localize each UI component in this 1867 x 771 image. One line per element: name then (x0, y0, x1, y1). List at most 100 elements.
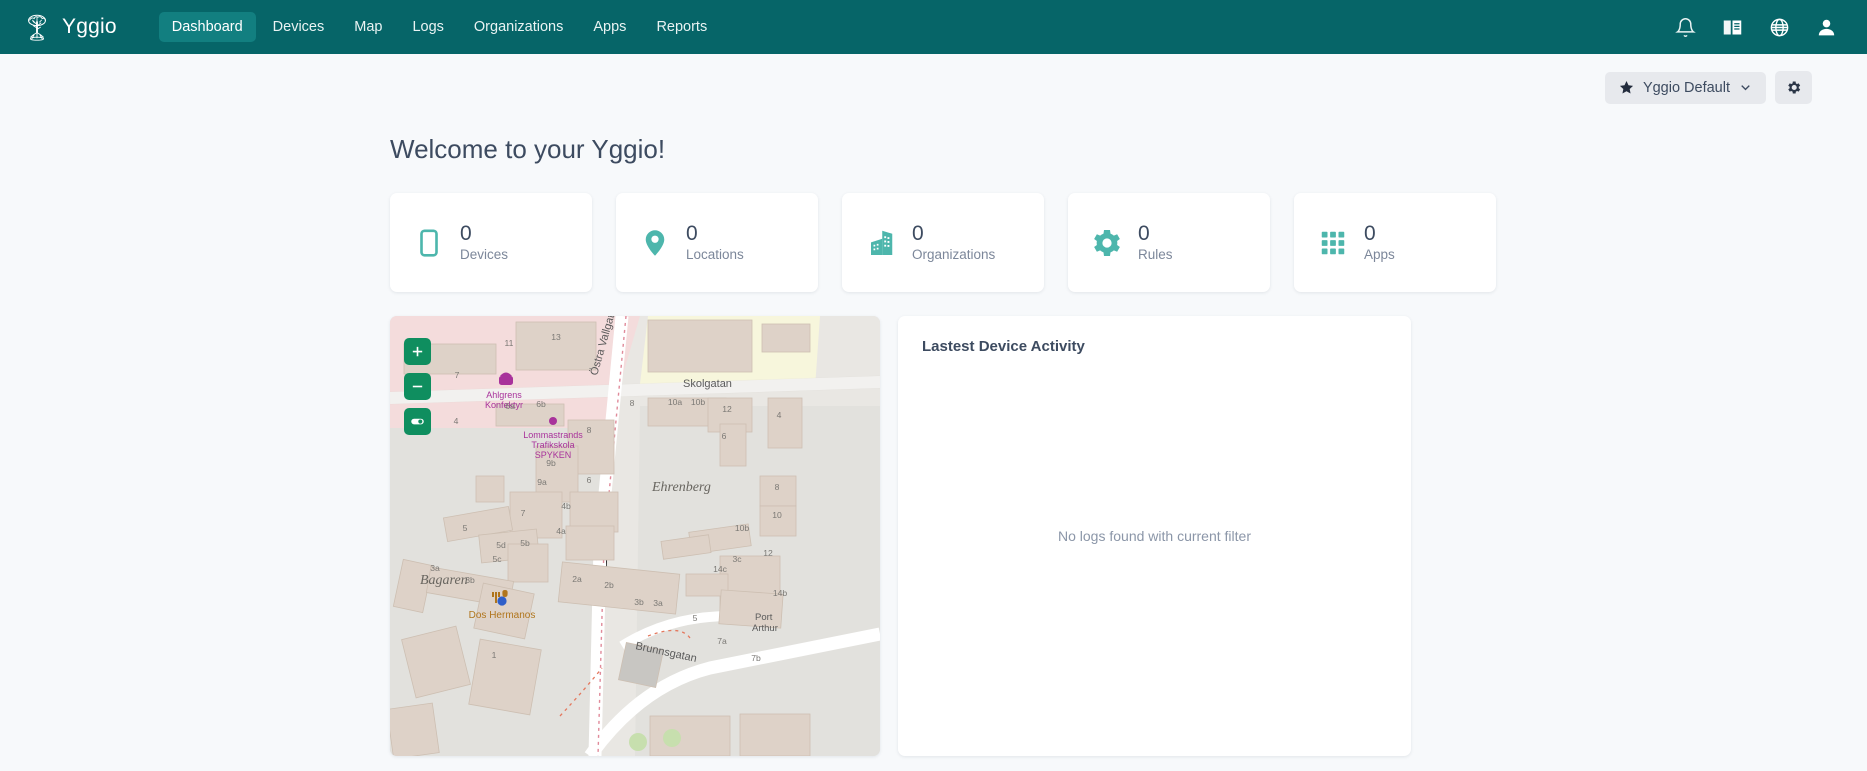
svg-text:7: 7 (455, 370, 460, 380)
stat-label: Apps (1364, 247, 1395, 263)
top-navigation-bar: Yggio Dashboard Devices Map Logs Organiz… (0, 0, 1867, 54)
main-content: Welcome to your Yggio! 0 Devices 0 Locat… (0, 134, 1867, 756)
svg-text:Trafikskola: Trafikskola (531, 440, 574, 450)
activity-panel-title: Lastest Device Activity (922, 338, 1085, 355)
map-zoom-in-button[interactable] (404, 338, 431, 365)
stat-value: 0 (912, 221, 924, 245)
svg-text:10b: 10b (735, 523, 750, 533)
svg-text:8: 8 (775, 482, 780, 492)
svg-text:5c: 5c (492, 554, 502, 564)
map-controls (404, 338, 431, 435)
svg-text:5: 5 (463, 523, 468, 533)
bell-icon[interactable] (1675, 17, 1696, 38)
map-area-label: Ehrenberg (651, 480, 711, 495)
svg-text:12: 12 (763, 548, 773, 558)
gear-icon (1092, 228, 1122, 258)
svg-text:3b: 3b (634, 597, 644, 607)
map-zoom-out-button[interactable] (404, 373, 431, 400)
svg-text:4a: 4a (556, 526, 566, 536)
svg-text:4b: 4b (561, 501, 571, 511)
map-canvas[interactable]: Östra Vallgatan Skolgatan Brunnsgatan Eh… (390, 316, 880, 756)
svg-text:6a: 6a (505, 401, 515, 411)
nav-item-dashboard[interactable]: Dashboard (158, 12, 256, 42)
svg-text:3b: 3b (465, 575, 475, 585)
map-pin-icon (640, 228, 670, 258)
svg-text:2b: 2b (604, 580, 614, 590)
nav-item-devices[interactable]: Devices (260, 12, 338, 42)
stat-label: Locations (686, 247, 744, 263)
plus-icon (410, 344, 425, 359)
svg-text:6: 6 (587, 475, 592, 485)
organization-selector[interactable]: Yggio Default (1604, 71, 1766, 104)
svg-text:13: 13 (551, 332, 561, 342)
nav-item-organizations[interactable]: Organizations (461, 12, 576, 42)
svg-text:10: 10 (772, 510, 782, 520)
stat-card-rules[interactable]: 0 Rules (1068, 193, 1270, 292)
globe-icon[interactable] (1769, 17, 1790, 38)
nav-item-logs[interactable]: Logs (399, 12, 456, 42)
organization-settings-button[interactable] (1775, 71, 1812, 104)
svg-text:5b: 5b (520, 538, 530, 548)
stat-card-apps[interactable]: 0 Apps (1294, 193, 1496, 292)
toggle-switch-icon (410, 414, 425, 429)
svg-text:1: 1 (492, 650, 497, 660)
stat-card-organizations[interactable]: 0 Organizations (842, 193, 1044, 292)
brand-logo-link[interactable]: Yggio (22, 12, 117, 42)
svg-text:7a: 7a (717, 636, 727, 646)
svg-text:2a: 2a (572, 574, 582, 584)
svg-text:4: 4 (454, 416, 459, 426)
svg-text:5: 5 (693, 613, 698, 623)
tree-icon (22, 12, 52, 42)
stat-card-locations[interactable]: 0 Locations (616, 193, 818, 292)
svg-text:12: 12 (722, 404, 732, 414)
nav-item-reports[interactable]: Reports (643, 12, 720, 42)
nav-item-map[interactable]: Map (341, 12, 395, 42)
page-title: Welcome to your Yggio! (390, 134, 666, 164)
page-body: Yggio Default Welcome to your Yggio! 0 D… (0, 54, 1867, 771)
svg-text:3c: 3c (732, 554, 742, 564)
svg-text:6: 6 (722, 431, 727, 441)
svg-text:9a: 9a (537, 477, 547, 487)
svg-text:14b: 14b (773, 588, 788, 598)
user-icon[interactable] (1816, 17, 1837, 38)
svg-text:8: 8 (587, 425, 592, 435)
svg-text:8: 8 (630, 398, 635, 408)
gear-icon (1785, 79, 1802, 96)
map-layer-toggle-button[interactable] (404, 408, 431, 435)
stat-value: 0 (1364, 221, 1376, 245)
organization-bar: Yggio Default (0, 54, 1867, 104)
svg-text:7b: 7b (751, 653, 761, 663)
map-street-label: Skolgatan (683, 378, 732, 390)
stat-label: Organizations (912, 247, 996, 263)
svg-text:11: 11 (505, 338, 514, 348)
stat-label: Devices (460, 247, 509, 263)
brand-name: Yggio (62, 15, 117, 38)
stat-label: Rules (1138, 247, 1173, 263)
stat-value: 0 (460, 221, 472, 245)
dashboard-panels: Östra Vallgatan Skolgatan Brunnsgatan Eh… (390, 316, 1867, 756)
svg-text:10a: 10a (668, 397, 683, 407)
book-icon[interactable] (1722, 17, 1743, 38)
minus-icon (410, 379, 425, 394)
svg-text:Ahlgrens: Ahlgrens (486, 390, 522, 400)
organization-name: Yggio Default (1642, 79, 1730, 96)
svg-text:14c: 14c (713, 564, 728, 574)
svg-text:Lommastrands: Lommastrands (523, 430, 583, 440)
stat-card-devices[interactable]: 0 Devices (390, 193, 592, 292)
map-area-label: Port (755, 612, 773, 623)
svg-text:5d: 5d (496, 540, 506, 550)
stat-value: 0 (686, 221, 698, 245)
svg-text:Dos Hermanos: Dos Hermanos (469, 610, 536, 621)
building-icon (866, 228, 896, 258)
stat-value: 0 (1138, 221, 1150, 245)
summary-stats: 0 Devices 0 Locations 0 Organizations 0 … (390, 193, 1867, 292)
chevron-down-icon (1739, 81, 1752, 94)
svg-text:Konfektyr: Konfektyr (485, 400, 523, 410)
grid-icon (1318, 228, 1348, 258)
activity-empty-state: No logs found with current filter (1058, 528, 1251, 544)
map-panel[interactable]: Östra Vallgatan Skolgatan Brunnsgatan Eh… (390, 316, 880, 756)
header-actions (1675, 17, 1845, 38)
nav-item-apps[interactable]: Apps (580, 12, 639, 42)
svg-text:6b: 6b (536, 399, 546, 409)
star-icon (1619, 80, 1634, 95)
